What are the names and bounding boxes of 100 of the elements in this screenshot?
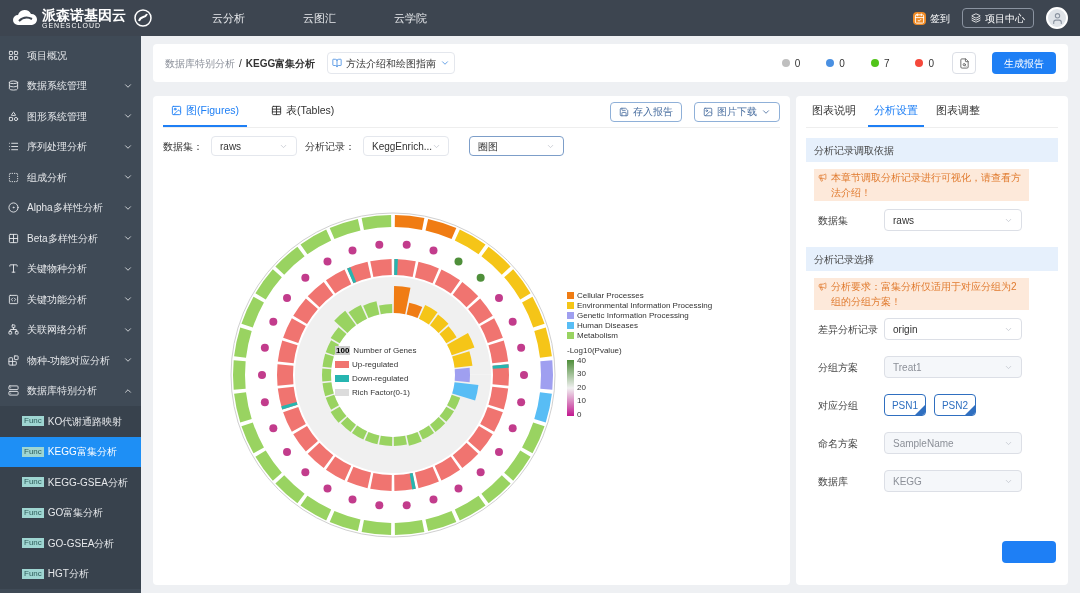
sidebar-item[interactable]: 物种-功能对应分析 (0, 345, 141, 376)
sidebar-item[interactable]: 图形系统管理 (0, 101, 141, 132)
field-label: 数据库 (818, 474, 849, 489)
status-count: 0 (839, 56, 845, 71)
func-badge: Func (22, 446, 44, 457)
group-chip[interactable]: PSN1 (884, 394, 926, 416)
func-badge: Func (22, 416, 44, 427)
menu-item-icon (8, 385, 19, 397)
cloud-logo-icon (12, 9, 38, 27)
chevron-down-icon (440, 58, 451, 68)
breadcrumb-separator: / (239, 56, 242, 71)
func-badge: Func (22, 507, 44, 518)
nav-link[interactable]: 云学院 (394, 9, 427, 27)
notice-banner: 分析要求：富集分析仅适用于对应分组为2组的分组方案！ (814, 278, 1029, 310)
filter-select[interactable]: 圈图 (469, 136, 564, 156)
filter-label: 分析记录： (305, 139, 355, 154)
guide-dropdown[interactable]: 方法介绍和绘图指南 (327, 52, 456, 74)
legend-label: Genetic Information Processing (577, 310, 689, 321)
save-to-report-button[interactable]: 存入报告 (610, 101, 682, 122)
sidebar-subitem[interactable]: Func KO代谢通路映射 (0, 406, 141, 437)
sidebar-item[interactable]: 数据系统管理 (0, 70, 141, 101)
field-label: 数据集 (818, 213, 849, 228)
select-field[interactable]: origin (884, 318, 1022, 340)
panel-tab[interactable]: 分析设置 (868, 96, 924, 127)
logo-text: 派森诺基因云 (42, 7, 126, 22)
scale-tick: 40 (577, 356, 586, 365)
sidebar-item[interactable]: 关联网络分析 (0, 314, 141, 345)
scale-tick: 10 (577, 397, 586, 405)
func-badge: Func (22, 538, 44, 549)
layers-icon (971, 13, 981, 23)
megaphone-icon (818, 173, 827, 182)
scale-tick: 30 (577, 370, 586, 378)
nav-link[interactable]: 云图汇 (303, 9, 336, 27)
view-tab[interactable]: 图(Figures) (163, 96, 247, 127)
sidebar-subitem[interactable]: Func GO富集分析 (0, 497, 141, 528)
gene-count-swatch: 100 (335, 346, 351, 355)
func-badge: Func (22, 568, 44, 579)
scale-tick: 20 (577, 383, 586, 392)
menu-item-icon (8, 293, 19, 305)
field-label: 差异分析记录 (818, 322, 879, 337)
menu-item-icon (8, 141, 19, 153)
section-header: 分析记录选择 (806, 247, 1058, 271)
notice-banner: 本章节调取分析记录进行可视化，请查看方法介绍！ (814, 169, 1029, 201)
image-download-button[interactable]: 图片下载 (694, 101, 780, 122)
project-center-button[interactable]: 项目中心 (962, 8, 1034, 28)
legend-label: Number of Genes (353, 344, 417, 357)
table-icon (271, 105, 282, 116)
megaphone-icon (818, 282, 827, 291)
view-tab[interactable]: 表(Tables) (263, 96, 343, 127)
menu-item-icon (8, 49, 19, 61)
color-scale-bar (567, 359, 574, 416)
panel-tab[interactable]: 图表说明 (806, 96, 862, 127)
legend-label: Metabolism (577, 330, 618, 341)
avatar[interactable] (1046, 7, 1068, 29)
save-icon (619, 106, 629, 117)
sidebar-item[interactable]: 组成分析 (0, 162, 141, 193)
menu-item-icon (8, 354, 19, 366)
sidebar-subitem[interactable]: Func HGT分析 (0, 558, 141, 589)
image-icon (171, 105, 182, 116)
field-label: 命名方案 (818, 436, 859, 451)
calendar-icon (913, 11, 926, 25)
swirl-logo-icon (134, 9, 152, 27)
sidebar-subitem[interactable]: Func KEGG富集分析 (0, 436, 141, 467)
report-file-button[interactable] (952, 52, 976, 74)
sidebar-item[interactable]: 数据库特别分析 (0, 375, 141, 406)
generate-report-button[interactable]: 生成报告 (992, 52, 1056, 74)
filter-label: 数据集： (163, 139, 203, 154)
status-count: 0 (794, 56, 801, 71)
filter-select[interactable]: raws (211, 136, 297, 156)
sidebar-item[interactable]: Beta多样性分析 (0, 223, 141, 254)
sidebar-item[interactable]: 关键物种分析 (0, 253, 141, 284)
func-badge: Func (22, 477, 44, 488)
legend-label: Down-regulated (352, 372, 409, 385)
legend-label: Rich Factor(0-1) (352, 386, 410, 399)
breadcrumb-current: KEGG富集分析 (245, 56, 316, 71)
breadcrumb-parent[interactable]: 数据库特别分析 (165, 55, 235, 71)
scale-title: -Log10(Pvalue) (567, 344, 623, 357)
group-chip[interactable]: PSN2 (934, 394, 976, 416)
menu-item-icon (8, 202, 19, 214)
menu-item-icon (8, 324, 19, 336)
filter-select[interactable]: KeggEnrich... (363, 136, 449, 156)
sidebar-item[interactable]: 关键功能分析 (0, 284, 141, 315)
menu-item-icon (8, 80, 19, 92)
legend-label: Human Diseases (577, 320, 638, 331)
file-search-icon (958, 57, 970, 69)
sign-in-link[interactable]: 签到 (913, 10, 950, 26)
sidebar-subitem[interactable]: Func KEGG-GSEA分析 (0, 467, 141, 498)
menu-item-icon (8, 171, 19, 183)
panel-tab[interactable]: 图表调整 (930, 96, 986, 127)
sidebar-item[interactable]: Alpha多样性分析 (0, 192, 141, 223)
sidebar-item[interactable]: 序列处理分析 (0, 131, 141, 162)
legend-label: Environmental Information Processing (577, 300, 713, 311)
select-field[interactable]: raws (884, 209, 1022, 231)
sidebar-item[interactable]: 项目概况 (0, 40, 141, 71)
menu-item-icon (8, 232, 19, 244)
nav-link[interactable]: 云分析 (212, 9, 245, 27)
field-label: 分组方案 (818, 360, 859, 375)
sidebar-subitem[interactable]: Func GO-GSEA分析 (0, 528, 141, 559)
legend-label: Cellular Processes (577, 290, 644, 301)
status-count: 7 (883, 56, 890, 71)
